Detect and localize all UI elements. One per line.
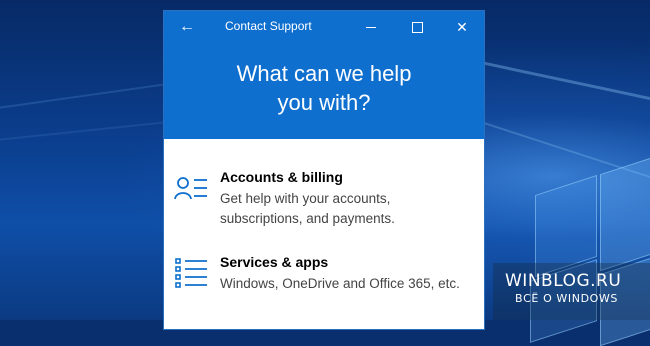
close-icon: ✕ <box>456 19 468 35</box>
person-list-icon <box>174 172 208 204</box>
arrow-left-icon: ← <box>179 18 195 35</box>
close-button[interactable]: ✕ <box>447 15 477 39</box>
heading-line-1: What can we help <box>236 61 412 86</box>
minimize-button[interactable] <box>356 15 386 39</box>
heading-line-2: you with? <box>277 90 371 115</box>
category-title: Accounts & billing <box>220 169 343 185</box>
watermark-site-name: WINBLOG.RU <box>505 271 622 291</box>
watermark-tagline: ВСЁ О WINDOWS <box>515 292 618 305</box>
light-beam <box>0 121 165 141</box>
back-button[interactable]: ← <box>174 15 200 39</box>
windows-logo-pane <box>600 155 650 272</box>
contact-support-window: ← Contact Support ✕ What can we help you… <box>163 10 485 330</box>
title-bar[interactable]: ← Contact Support ✕ <box>164 11 484 43</box>
site-watermark: WINBLOG.RU ВСЁ О WINDOWS <box>493 263 650 320</box>
maximize-button[interactable] <box>402 15 432 39</box>
page-heading: What can we help you with? <box>164 59 484 117</box>
bullet-list-icon <box>174 257 208 289</box>
light-beam <box>485 61 650 102</box>
light-beam <box>0 83 165 109</box>
hero-banner: ← Contact Support ✕ What can we help you… <box>164 11 484 139</box>
maximize-icon <box>411 22 423 34</box>
category-title: Services & apps <box>220 254 329 270</box>
category-description: Get help with your accounts, subscriptio… <box>220 191 395 226</box>
window-title: Contact Support <box>225 19 312 33</box>
minimize-icon <box>366 27 376 29</box>
category-description: Windows, OneDrive and Office 365, etc. <box>220 276 460 291</box>
